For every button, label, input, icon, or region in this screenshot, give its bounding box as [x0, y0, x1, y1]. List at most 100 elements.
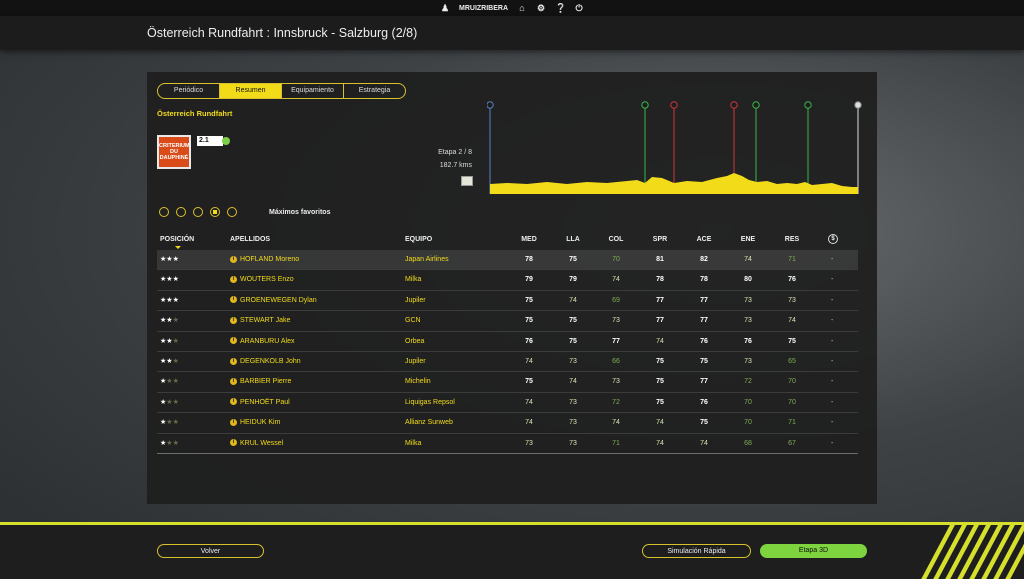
rider-team[interactable]: Allianz Sunweb [405, 413, 453, 432]
stat-ene: 80 [744, 276, 752, 284]
rider-name[interactable]: i GROENEWEGEN Dylan [230, 291, 317, 310]
filter-radio-1[interactable] [159, 207, 169, 217]
info-icon[interactable]: i [230, 276, 237, 284]
race-category-badge: 2.1 [197, 136, 223, 146]
rider-name-text: HOFLAND Moreno [240, 256, 300, 263]
stat-res: 74 [788, 317, 796, 325]
quick-sim-button[interactable]: Simulación Rápida [642, 544, 751, 558]
table-row[interactable]: ★★★ i BARBIER Pierre Michelin 75 74 73 75 77 72 70… [157, 372, 858, 393]
stat-res: 75 [788, 337, 796, 345]
race-logo: CRITERIUM DU DAUPHINÉ [157, 135, 191, 169]
header-med[interactable]: MED [519, 236, 539, 243]
back-button[interactable]: Volver [157, 544, 264, 558]
table-row[interactable]: ★★★ i GROENEWEGEN Dylan Jupiler 75 74 69 77 77 73… [157, 291, 858, 312]
filter-radio-2[interactable] [176, 207, 186, 217]
rider-name[interactable]: i WOUTERS Enzo [230, 270, 294, 289]
rider-team[interactable]: Orbea [405, 332, 424, 351]
rider-team[interactable]: Michelin [405, 372, 431, 391]
rider-name-text: STEWART Jake [240, 317, 291, 325]
stat-res: 67 [788, 439, 796, 447]
table-row[interactable]: ★★★ i WOUTERS Enzo Milka 79 79 74 78 78 80 76 - [157, 270, 858, 291]
rider-name[interactable]: i KRUL Wessel [230, 434, 283, 453]
filter-radio-5[interactable] [227, 207, 237, 217]
rider-team[interactable]: Liquigas Repsol [405, 393, 455, 412]
header-equipo[interactable]: EQUIPO [405, 236, 432, 243]
stat-lla: 73 [569, 419, 577, 427]
tab-estrategia[interactable]: Estrategia [344, 84, 405, 98]
star-icon: ★ [172, 317, 179, 325]
star-icon: ★ [172, 337, 179, 345]
header-spr[interactable]: SPR [650, 236, 670, 243]
rider-team[interactable]: Milka [405, 434, 421, 453]
rider-name[interactable]: i PENHOËT Paul [230, 393, 290, 412]
gear-icon[interactable]: ⚙ [536, 3, 546, 13]
table-row[interactable]: ★★★ i HOFLAND Moreno Japan Airlines 78 75 70 81… [157, 250, 858, 271]
header-apellidos[interactable]: APELLIDOS [230, 236, 270, 243]
stat-col: 71 [612, 439, 620, 447]
info-icon[interactable]: i [230, 398, 237, 406]
info-icon[interactable]: i [230, 439, 237, 447]
stage-3d-button[interactable]: Etapa 3D [760, 544, 867, 558]
info-icon[interactable]: i [230, 378, 237, 385]
money-value: - [831, 398, 834, 406]
stat-col: 72 [612, 398, 620, 406]
header-res[interactable]: RES [782, 236, 802, 243]
rider-name[interactable]: i STEWART Jake [230, 311, 290, 330]
info-icon[interactable]: i [230, 296, 237, 304]
money-value: - [831, 317, 834, 325]
power-icon[interactable]: ⏻ [574, 3, 584, 13]
header-lla[interactable]: LLA [563, 236, 583, 243]
table-row[interactable]: ★★★ i HEIDUK Kim Allianz Sunweb 74 73 74 74 75 70… [157, 413, 858, 434]
rider-name[interactable]: i DEGENKOLB John [230, 352, 301, 371]
table-row[interactable]: ★★★ i STEWART Jake GCN 75 75 73 77 77 73 74 - [157, 311, 858, 332]
username[interactable]: MRUIZRIBERA [459, 5, 508, 12]
table-row[interactable]: ★★★ i ARANBURU Alex Orbea 76 75 77 74 76 76 75 - [157, 332, 858, 352]
stat-med: 76 [525, 337, 533, 345]
rider-name[interactable]: i ARANBURU Alex [230, 332, 294, 351]
rider-name[interactable]: i HOFLAND Moreno [230, 250, 299, 269]
rider-team[interactable]: Milka [405, 270, 421, 289]
rider-name-text: WOUTERS Enzo [240, 276, 294, 284]
stat-lla: 73 [569, 439, 577, 447]
bottom-bar: Volver Simulación Rápida Etapa 3D [0, 522, 1024, 579]
header-ace[interactable]: ACE [694, 236, 714, 243]
tab-resumen[interactable]: Resumen [220, 84, 282, 98]
rider-name[interactable]: i HEIDUK Kim [230, 413, 280, 432]
category-dot-icon [222, 137, 230, 145]
table-row[interactable]: ★★★ i DEGENKOLB John Jupiler 74 73 66 75 75 73 65 - [157, 352, 858, 373]
header-posicion[interactable]: POSICIÓN [160, 236, 194, 243]
map-icon[interactable] [461, 176, 473, 186]
stat-ace: 77 [700, 317, 708, 325]
rider-team[interactable]: Jupiler [405, 291, 426, 310]
star-icon: ★ [172, 276, 179, 284]
rider-team[interactable]: Japan Airlines [405, 250, 449, 269]
star-icon: ★ [172, 419, 179, 427]
tab-periodico[interactable]: Periódico [158, 84, 220, 98]
header-col[interactable]: COL [606, 236, 626, 243]
users-icon[interactable]: ♟ [440, 3, 450, 13]
info-icon[interactable]: i [230, 337, 237, 345]
info-icon[interactable]: i [230, 316, 237, 324]
rider-team[interactable]: GCN [405, 311, 421, 330]
header-ene[interactable]: ENE [738, 236, 758, 243]
table-row[interactable]: ★★★ i PENHOËT Paul Liquigas Repsol 74 73 72 75 7… [157, 393, 858, 414]
header-money-icon[interactable]: $ [828, 234, 838, 244]
info-icon[interactable]: i [230, 418, 237, 426]
stat-spr: 75 [656, 357, 664, 365]
stage-info: Etapa 2 / 8 182.7 kms [387, 146, 472, 172]
stat-med: 75 [525, 317, 533, 325]
filter-radio-4[interactable] [210, 207, 220, 217]
home-icon[interactable]: ⌂ [517, 3, 527, 13]
tab-equipamiento[interactable]: Equipamiento [282, 84, 344, 98]
rider-team[interactable]: Jupiler [405, 352, 426, 371]
table-row[interactable]: ★★★ i KRUL Wessel Milka 73 73 71 74 74 68 67 - [157, 434, 858, 454]
finish-flag-icon [854, 101, 862, 109]
stat-col: 69 [612, 296, 620, 304]
info-icon[interactable]: i [230, 357, 237, 365]
filter-radio-3[interactable] [193, 207, 203, 217]
money-value: - [831, 256, 834, 263]
stat-ace: 82 [700, 256, 708, 263]
info-icon[interactable]: i [230, 255, 237, 263]
rider-name[interactable]: i BARBIER Pierre [230, 372, 291, 391]
help-icon[interactable]: ❔ [555, 3, 566, 13]
